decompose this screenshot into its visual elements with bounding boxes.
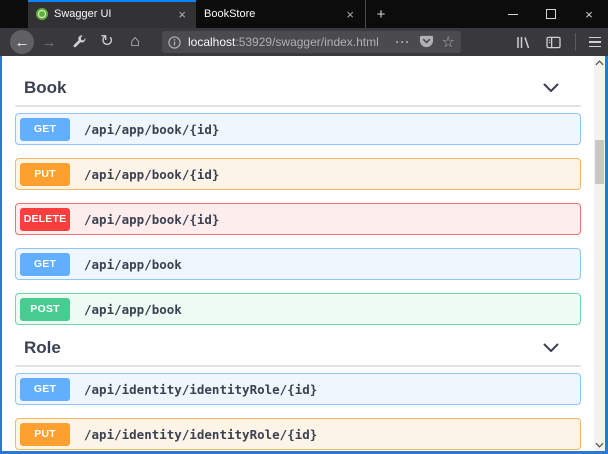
endpoint-path: /api/app/book bbox=[84, 257, 182, 272]
method-badge: GET bbox=[20, 253, 70, 276]
method-badge: POST bbox=[20, 298, 70, 321]
section-header[interactable]: Role bbox=[15, 338, 581, 357]
api-sections: Book GET /api/app/book/{id} PUT /api/app… bbox=[2, 78, 605, 450]
endpoint-path: /api/app/book/{id} bbox=[84, 212, 219, 227]
section-title: Role bbox=[24, 338, 61, 357]
section-header[interactable]: Book bbox=[15, 78, 581, 97]
scrollbar-thumb[interactable] bbox=[595, 140, 604, 184]
tab-swagger-ui[interactable]: Swagger UI × bbox=[28, 0, 196, 28]
method-badge: GET bbox=[20, 378, 70, 401]
endpoint-row[interactable]: GET /api/identity/identityRole/{id} bbox=[15, 373, 581, 405]
method-badge: PUT bbox=[20, 423, 70, 446]
tab-close-icon[interactable]: × bbox=[176, 8, 188, 21]
url-path: :53929/swagger/index.html bbox=[235, 35, 378, 49]
maximize-icon bbox=[546, 9, 556, 19]
swagger-page: Book GET /api/app/book/{id} PUT /api/app… bbox=[0, 56, 608, 454]
scroll-up-arrow[interactable] bbox=[594, 56, 605, 69]
api-section: Book GET /api/app/book/{id} PUT /api/app… bbox=[15, 78, 581, 325]
tab-title: Swagger UI bbox=[54, 8, 176, 20]
section-divider bbox=[15, 105, 581, 107]
pocket-icon[interactable] bbox=[419, 35, 434, 49]
hamburger-icon bbox=[589, 37, 601, 48]
section-divider bbox=[15, 365, 581, 367]
endpoint-list: GET /api/identity/identityRole/{id} PUT … bbox=[15, 373, 581, 450]
scrollbar[interactable] bbox=[594, 56, 605, 451]
url-text: localhost:53929/swagger/index.html bbox=[188, 35, 396, 49]
titlebar: Swagger UI × BookStore × + × bbox=[0, 0, 608, 28]
reload-button[interactable]: ↻ bbox=[94, 34, 120, 50]
endpoint-path: /api/app/book/{id} bbox=[84, 122, 219, 137]
swagger-favicon-icon bbox=[36, 8, 48, 20]
endpoint-path: /api/identity/identityRole/{id} bbox=[84, 382, 317, 397]
scroll-down-arrow[interactable] bbox=[594, 438, 605, 451]
endpoint-list: GET /api/app/book/{id} PUT /api/app/book… bbox=[15, 113, 581, 325]
wrench-icon[interactable] bbox=[66, 35, 92, 50]
titlebar-drag-area bbox=[396, 0, 494, 28]
close-window-button[interactable]: × bbox=[570, 0, 608, 28]
endpoint-row[interactable]: PUT /api/identity/identityRole/{id} bbox=[15, 418, 581, 450]
tab-close-icon[interactable]: × bbox=[344, 8, 356, 21]
navigation-toolbar: ← → ↻ ⌂ localhost:53929/swagger/index.ht… bbox=[0, 28, 608, 56]
endpoint-row[interactable]: PUT /api/app/book/{id} bbox=[15, 158, 581, 190]
tab-title: BookStore bbox=[204, 8, 344, 20]
method-badge: PUT bbox=[20, 163, 70, 186]
titlebar-spacer bbox=[0, 0, 28, 28]
section-title: Book bbox=[24, 78, 67, 97]
method-badge: GET bbox=[20, 118, 70, 141]
page-actions-icon[interactable]: ··· bbox=[396, 35, 411, 49]
endpoint-row[interactable]: DELETE /api/app/book/{id} bbox=[15, 203, 581, 235]
new-tab-button[interactable]: + bbox=[365, 0, 396, 28]
maximize-button[interactable] bbox=[532, 0, 570, 28]
url-host: localhost bbox=[188, 35, 235, 49]
sidebar-toggle-icon[interactable] bbox=[539, 36, 567, 49]
endpoint-path: /api/app/book/{id} bbox=[84, 167, 219, 182]
api-section: Role GET /api/identity/identityRole/{id}… bbox=[15, 338, 581, 450]
back-button[interactable]: ← bbox=[10, 30, 34, 54]
chevron-down-icon[interactable] bbox=[543, 83, 559, 93]
home-button[interactable]: ⌂ bbox=[122, 34, 148, 50]
method-badge: DELETE bbox=[20, 208, 70, 231]
endpoint-path: /api/app/book bbox=[84, 302, 182, 317]
menu-button[interactable] bbox=[582, 37, 608, 48]
endpoint-row[interactable]: GET /api/app/book/{id} bbox=[15, 113, 581, 145]
toolbar-separator bbox=[575, 33, 576, 51]
endpoint-row[interactable]: GET /api/app/book bbox=[15, 248, 581, 280]
forward-button[interactable]: → bbox=[36, 35, 62, 50]
minimize-icon bbox=[508, 14, 518, 15]
bookmark-star-icon[interactable]: ☆ bbox=[442, 33, 455, 51]
browser-window: Swagger UI × BookStore × + × ← → ↻ ⌂ loc… bbox=[0, 0, 608, 454]
address-bar[interactable]: localhost:53929/swagger/index.html ··· ☆ bbox=[162, 31, 461, 53]
endpoint-row[interactable]: POST /api/app/book bbox=[15, 293, 581, 325]
library-icon[interactable] bbox=[509, 35, 537, 50]
chevron-down-icon[interactable] bbox=[543, 343, 559, 353]
endpoint-path: /api/identity/identityRole/{id} bbox=[84, 427, 317, 442]
site-info-icon[interactable] bbox=[168, 36, 181, 49]
minimize-button[interactable] bbox=[494, 0, 532, 28]
tab-bookstore[interactable]: BookStore × bbox=[196, 0, 364, 28]
